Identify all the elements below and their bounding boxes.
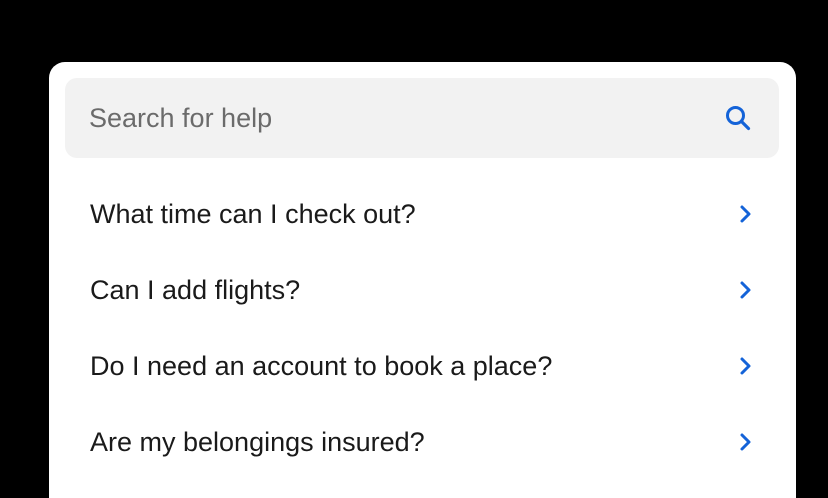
chevron-right-icon bbox=[738, 279, 754, 301]
chevron-right-icon bbox=[738, 203, 754, 225]
help-card: What time can I check out? Can I add fli… bbox=[49, 62, 796, 498]
faq-item-add-flights[interactable]: Can I add flights? bbox=[49, 252, 796, 328]
search-icon bbox=[726, 106, 751, 131]
search-input[interactable] bbox=[89, 98, 721, 138]
faq-list: What time can I check out? Can I add fli… bbox=[49, 176, 796, 480]
faq-item-check-out[interactable]: What time can I check out? bbox=[49, 176, 796, 252]
screen-backdrop: What time can I check out? Can I add fli… bbox=[0, 0, 828, 498]
faq-item-label: Can I add flights? bbox=[90, 274, 301, 305]
faq-item-label: Do I need an account to book a place? bbox=[90, 350, 553, 381]
faq-item-account[interactable]: Do I need an account to book a place? bbox=[49, 328, 796, 404]
search-button[interactable] bbox=[721, 101, 755, 135]
chevron-right-icon bbox=[738, 431, 754, 453]
faq-item-label: Are my belongings insured? bbox=[90, 426, 425, 457]
faq-item-label: What time can I check out? bbox=[90, 198, 416, 229]
search-bar bbox=[65, 78, 779, 158]
chevron-right-icon bbox=[738, 355, 754, 377]
faq-item-belongings[interactable]: Are my belongings insured? bbox=[49, 404, 796, 480]
